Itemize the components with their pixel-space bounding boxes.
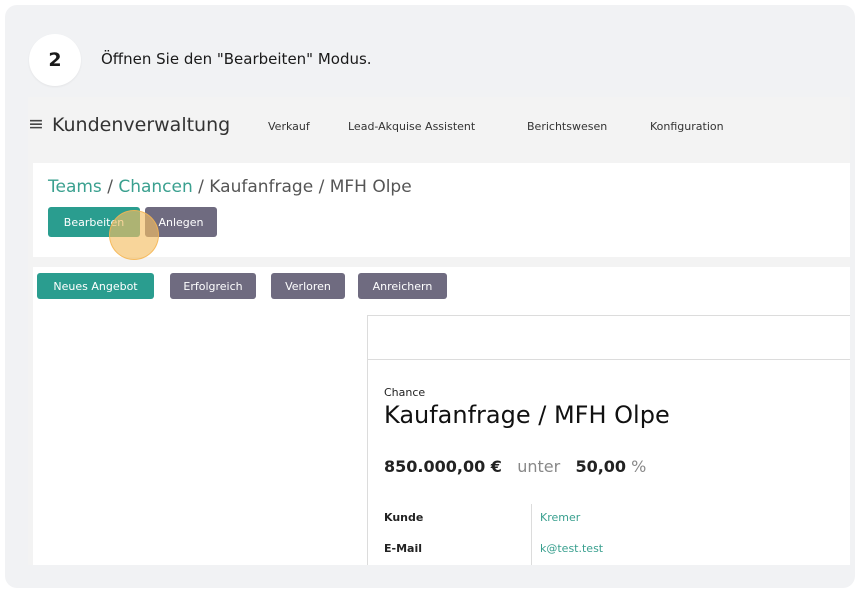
- breadcrumb-separator: /: [107, 177, 113, 197]
- breadcrumb-chancen[interactable]: Chancen: [118, 177, 192, 197]
- field-separator: [531, 504, 532, 565]
- hamburger-icon[interactable]: ≡: [28, 113, 44, 135]
- field-value-email[interactable]: k@test.test: [540, 542, 603, 555]
- nav-item-verkauf[interactable]: Verkauf: [268, 120, 310, 133]
- percent-sign: %: [631, 457, 647, 476]
- click-highlight-marker: [109, 210, 159, 260]
- field-label-email: E-Mail: [384, 542, 422, 555]
- app-title[interactable]: Kundenverwaltung: [52, 114, 230, 136]
- field-label-customer: Kunde: [384, 511, 424, 524]
- record-sheet: Chance Kaufanfrage / MFH Olpe 850.000,00…: [367, 315, 850, 565]
- screenshot-panel: ≡ Kundenverwaltung Verkauf Lead-Akquise …: [28, 97, 850, 565]
- action-bar: Neues Angebot Erfolgreich Verloren Anrei…: [33, 267, 850, 307]
- enrich-button[interactable]: Anreichern: [358, 273, 447, 299]
- expected-revenue: 850.000,00 €: [384, 457, 502, 476]
- probability-value: 50,00: [575, 457, 627, 476]
- nav-item-konfiguration[interactable]: Konfiguration: [650, 120, 724, 133]
- step-number-badge: 2: [29, 34, 81, 86]
- breadcrumb-teams[interactable]: Teams: [48, 177, 102, 197]
- mark-lost-button[interactable]: Verloren: [271, 273, 345, 299]
- record-type-label: Chance: [384, 386, 426, 399]
- nav-item-berichtswesen[interactable]: Berichtswesen: [527, 120, 607, 133]
- revenue-row: 850.000,00 € unter 50,00 %: [384, 457, 646, 476]
- under-label: unter: [517, 457, 561, 476]
- record-title: Kaufanfrage / MFH Olpe: [384, 401, 670, 429]
- field-value-customer[interactable]: Kremer: [540, 511, 580, 524]
- breadcrumb-current: / Kaufanfrage / MFH Olpe: [198, 177, 412, 197]
- new-quote-button[interactable]: Neues Angebot: [37, 273, 154, 299]
- sheet-header-divider: [368, 359, 850, 360]
- mark-won-button[interactable]: Erfolgreich: [170, 273, 256, 299]
- step-instruction: Öffnen Sie den "Bearbeiten" Modus.: [101, 50, 372, 68]
- breadcrumb: Teams / Chancen / Kaufanfrage / MFH Olpe: [48, 177, 412, 197]
- nav-item-lead-akquise[interactable]: Lead-Akquise Assistent: [348, 120, 475, 133]
- app-topbar: ≡ Kundenverwaltung Verkauf Lead-Akquise …: [28, 97, 850, 151]
